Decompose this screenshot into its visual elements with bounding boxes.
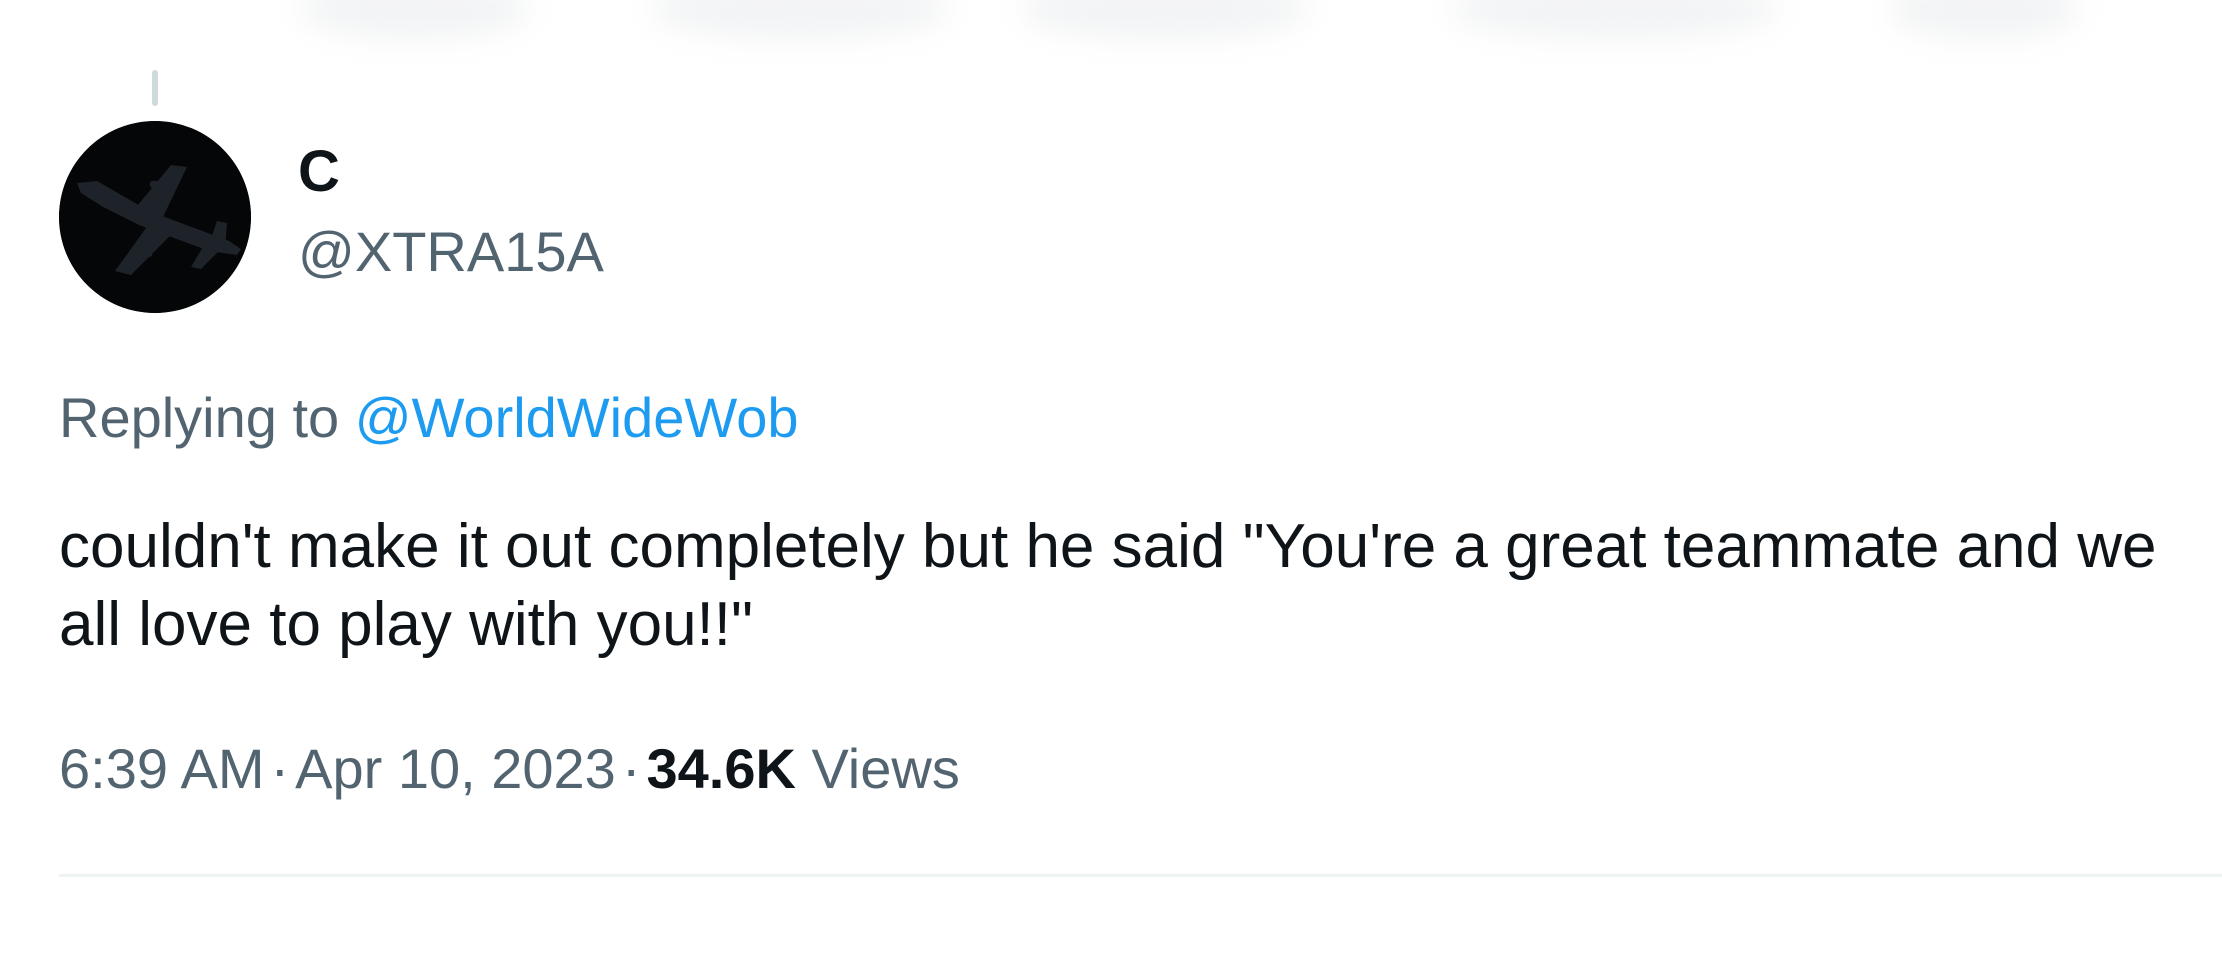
author-handle[interactable]: @XTRA15A	[298, 220, 604, 284]
replying-to: Replying to @WorldWideWob	[59, 385, 799, 451]
airplane-silhouette-icon	[59, 121, 251, 313]
views-count: 34.6K	[646, 737, 796, 800]
views-label: Views	[811, 737, 960, 800]
tweet: C @XTRA15A Replying to @WorldWideWob cou…	[0, 0, 2222, 958]
meta-separator: ·	[270, 737, 290, 800]
meta-separator: ·	[621, 737, 641, 800]
replying-to-mention-link[interactable]: @WorldWideWob	[355, 386, 799, 449]
tweet-date-link[interactable]: Apr 10, 2023	[295, 737, 616, 800]
tweet-time-link[interactable]: 6:39 AM	[59, 737, 264, 800]
tweet-meta: 6:39 AM · Apr 10, 2023 · 34.6K Views	[59, 736, 960, 802]
replying-to-prefix: Replying to	[59, 386, 340, 449]
divider	[59, 874, 2222, 877]
tweet-text: couldn't make it out completely but he s…	[59, 512, 2174, 659]
avatar[interactable]	[59, 121, 251, 313]
author-display-name[interactable]: C	[298, 140, 340, 204]
